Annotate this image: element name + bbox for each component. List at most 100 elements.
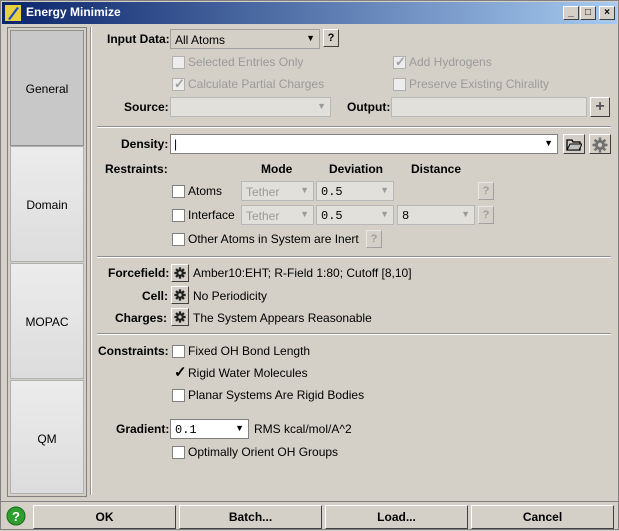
fixed-oh-checkbox[interactable] (172, 345, 185, 358)
cell-value: No Periodicity (193, 289, 268, 303)
atoms-deviation-value: 0.5 (321, 185, 343, 199)
tab-general[interactable]: General (10, 30, 84, 146)
interface-mode-select[interactable]: Tether ▼ (241, 205, 314, 225)
gradient-select[interactable]: 0.1 ▼ (170, 419, 249, 439)
partial-charges-checkbox[interactable]: ✓ (172, 76, 185, 91)
maximize-button[interactable]: □ (580, 6, 596, 20)
input-data-label: Input Data: (107, 32, 170, 46)
interface-checkbox[interactable] (172, 209, 185, 222)
rigid-water-label: Rigid Water Molecules (188, 366, 308, 380)
close-button[interactable]: × (599, 6, 615, 20)
source-label: Source: (124, 100, 169, 114)
separator (97, 126, 611, 128)
forcefield-settings-button[interactable] (171, 264, 189, 282)
charges-settings-button[interactable] (171, 308, 189, 326)
source-select[interactable]: ▼ (170, 97, 331, 117)
add-hydrogens-label: Add Hydrogens (409, 55, 492, 69)
chevron-down-icon: ▼ (317, 101, 326, 111)
chevron-down-icon: ▼ (380, 209, 389, 219)
tab-mopac[interactable]: MOPAC (10, 263, 84, 379)
window-title: Energy Minimize (26, 5, 121, 19)
chevron-down-icon: ▼ (300, 209, 309, 219)
tab-general-label: General (25, 82, 69, 96)
density-input[interactable]: | ▼ (170, 134, 558, 154)
tab-domain-label: Domain (26, 198, 68, 212)
interface-deviation-select[interactable]: 0.5 ▼ (316, 205, 394, 225)
atoms-help-button[interactable]: ? (478, 182, 494, 200)
chevron-down-icon: ▼ (300, 185, 309, 195)
tab-domain[interactable]: Domain (10, 146, 84, 262)
interface-mode-value: Tether (246, 209, 280, 223)
batch-button[interactable]: Batch... (179, 505, 322, 529)
sidebar: General Domain MOPAC QM (7, 27, 87, 497)
charges-value: The System Appears Reasonable (193, 311, 372, 325)
title-bar: Energy Minimize _ □ × (2, 2, 617, 24)
input-data-select[interactable]: All Atoms ▼ (170, 29, 320, 49)
input-data-value: All Atoms (175, 33, 226, 47)
vertical-divider (90, 27, 92, 495)
interface-label: Interface (188, 208, 235, 222)
text-cursor: | (174, 137, 178, 151)
inert-help-button[interactable]: ? (366, 230, 382, 248)
svg-text:?: ? (12, 509, 20, 524)
output-field[interactable] (391, 97, 587, 117)
atoms-deviation-select[interactable]: 0.5 ▼ (316, 181, 394, 201)
output-label: Output: (347, 100, 391, 114)
planar-checkbox[interactable] (172, 389, 185, 402)
atoms-label: Atoms (188, 184, 223, 198)
chevron-down-icon: ▼ (235, 423, 244, 433)
rigid-water-checkbox[interactable]: ✓ (172, 364, 187, 381)
chevron-down-icon: ▼ (544, 138, 553, 148)
chevron-down-icon: ▼ (461, 209, 470, 219)
open-file-button[interactable] (563, 134, 585, 154)
bottom-button-bar: ? OK Batch... Load... Cancel (1, 501, 618, 529)
energy-minimize-window: Energy Minimize _ □ × General Domain MOP… (0, 0, 619, 530)
interface-help-button[interactable]: ? (478, 206, 494, 224)
distance-column-header: Distance (411, 162, 462, 176)
forcefield-value: Amber10:EHT; R-Field 1:80; Cutoff [8,10] (193, 266, 412, 280)
gradient-units: RMS kcal/mol/A^2 (254, 422, 352, 436)
minimize-button[interactable]: _ (563, 6, 579, 20)
interface-deviation-value: 0.5 (321, 209, 343, 223)
preserve-chirality-label: Preserve Existing Chirality (409, 77, 550, 91)
separator (97, 333, 611, 335)
cell-settings-button[interactable] (171, 286, 189, 304)
chevron-down-icon: ▼ (380, 185, 389, 195)
forcefield-label: Forcefield: (108, 266, 170, 280)
help-icon: ? (6, 506, 26, 526)
atoms-mode-value: Tether (246, 185, 280, 199)
app-icon (5, 5, 21, 21)
gear-icon (174, 267, 186, 279)
interface-distance-value: 8 (402, 209, 410, 223)
cancel-button[interactable]: Cancel (471, 505, 614, 529)
atoms-checkbox[interactable] (172, 185, 185, 198)
add-output-button[interactable]: + (590, 97, 610, 117)
selected-only-label: Selected Entries Only (188, 55, 304, 69)
selected-only-checkbox[interactable] (172, 56, 185, 69)
restraints-label: Restraints: (105, 162, 168, 176)
ok-button[interactable]: OK (33, 505, 176, 529)
mode-column-header: Mode (261, 162, 293, 176)
tab-qm[interactable]: QM (10, 380, 84, 494)
load-button[interactable]: Load... (325, 505, 468, 529)
add-hydrogens-checkbox[interactable]: ✓ (393, 54, 406, 69)
orient-oh-label: Optimally Orient OH Groups (188, 445, 339, 459)
density-settings-button[interactable] (589, 134, 611, 154)
cell-label: Cell: (142, 289, 169, 303)
inert-checkbox[interactable] (172, 233, 185, 246)
help-button[interactable]: ? (5, 506, 27, 528)
input-help-button[interactable]: ? (323, 29, 339, 47)
folder-icon (566, 139, 582, 151)
atoms-mode-select[interactable]: Tether ▼ (241, 181, 314, 201)
constraints-label: Constraints: (98, 344, 169, 358)
tab-mopac-label: MOPAC (25, 315, 69, 329)
gear-icon (174, 311, 186, 323)
deviation-column-header: Deviation (329, 162, 384, 176)
preserve-chirality-checkbox[interactable] (393, 78, 406, 91)
fixed-oh-label: Fixed OH Bond Length (188, 344, 311, 358)
interface-distance-select[interactable]: 8 ▼ (397, 205, 475, 225)
charges-label: Charges: (115, 311, 168, 325)
orient-oh-checkbox[interactable] (172, 446, 185, 459)
tab-qm-label: QM (37, 432, 57, 446)
inert-label: Other Atoms in System are Inert (188, 232, 359, 246)
